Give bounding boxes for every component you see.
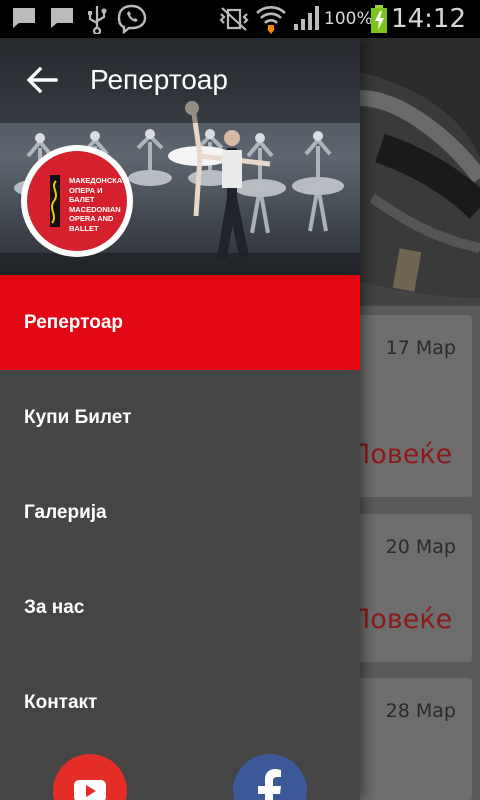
event-card[interactable]: 20 Мар Повеќе xyxy=(350,514,472,662)
menu-item-gallery[interactable]: Галерија xyxy=(0,465,360,560)
back-arrow-icon[interactable] xyxy=(22,60,62,100)
menu-item-buy-ticket[interactable]: Купи Билет xyxy=(0,370,360,465)
logo-mark-icon xyxy=(50,175,60,227)
opera-ballet-logo: МАКЕДОНСКА ОПЕРА И БАЛЕТ MACEDONIAN OPER… xyxy=(21,145,133,257)
event-date: 17 Мар xyxy=(385,337,456,359)
menu-item-label: Репертоар xyxy=(24,312,123,333)
menu-item-label: Галерија xyxy=(24,502,107,523)
youtube-icon xyxy=(74,780,106,800)
event-date: 20 Мар xyxy=(385,536,456,558)
menu-item-contact[interactable]: Контакт xyxy=(0,655,360,750)
message-icon xyxy=(13,8,35,28)
youtube-button[interactable] xyxy=(53,754,127,800)
drawer-header: Репертоар МАКЕДОНСКА ОПЕРА И БАЛЕТ MACED… xyxy=(0,38,360,275)
message-icon xyxy=(51,8,73,28)
drawer-title: Репертоар xyxy=(90,64,228,95)
facebook-icon xyxy=(258,769,281,800)
menu-item-label: Купи Билет xyxy=(24,407,132,428)
status-bar: 100% 14:12 xyxy=(0,0,480,38)
facebook-button[interactable] xyxy=(233,754,307,800)
usb-icon xyxy=(88,6,107,34)
navigation-drawer: Репертоар МАКЕДОНСКА ОПЕРА И БАЛЕТ MACED… xyxy=(0,38,360,800)
signal-icon xyxy=(294,6,319,30)
more-link[interactable]: Повеќе xyxy=(350,604,452,635)
battery-percent: 100% xyxy=(324,9,373,29)
wifi-icon xyxy=(256,6,286,34)
event-card[interactable]: 28 Мар xyxy=(350,678,472,800)
more-link[interactable]: Повеќе xyxy=(350,439,452,470)
mute-vibrate-icon xyxy=(219,7,249,31)
menu-item-about[interactable]: За нас xyxy=(0,560,360,655)
event-date: 28 Мар xyxy=(385,700,456,722)
battery-charging-icon xyxy=(371,5,387,33)
viber-icon xyxy=(117,4,147,34)
clock: 14:12 xyxy=(391,4,466,34)
event-card[interactable]: 17 Мар Повеќе xyxy=(350,315,472,497)
menu-item-label: За нас xyxy=(24,597,85,618)
menu-item-repertoire[interactable]: Репертоар xyxy=(0,275,360,370)
logo-text: МАКЕДОНСКА ОПЕРА И БАЛЕТ MACEDONIAN OPER… xyxy=(69,176,123,233)
menu-item-label: Контакт xyxy=(24,692,98,713)
